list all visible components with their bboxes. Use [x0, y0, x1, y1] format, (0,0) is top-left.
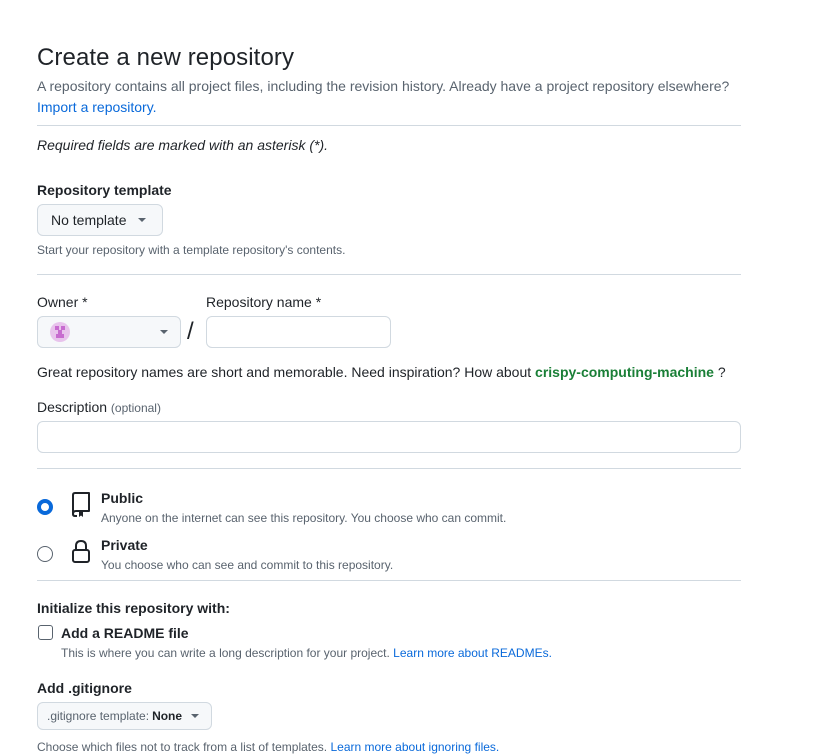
gitignore-help: Choose which files not to track from a l… — [37, 740, 499, 754]
divider — [37, 274, 741, 275]
suggested-repository-name[interactable]: crispy-computing-machine — [535, 364, 714, 380]
gitignore-dropdown-prefix: .gitignore template: — [47, 709, 150, 723]
page-title: Create a new repository — [37, 44, 295, 71]
chevron-down-icon — [191, 714, 200, 718]
template-dropdown-label: No template — [51, 212, 127, 228]
chevron-down-icon — [160, 330, 168, 334]
readme-label: Add a README file — [61, 625, 189, 641]
user-avatar-icon — [55, 326, 65, 338]
repository-template-label: Repository template — [37, 182, 172, 198]
gitignore-help-text: Choose which files not to track from a l… — [37, 740, 328, 754]
gitignore-dropdown-value: None — [152, 709, 183, 723]
readme-help: This is where you can write a long descr… — [61, 646, 552, 660]
repository-name-suggestion: Great repository names are short and mem… — [37, 364, 726, 380]
divider — [37, 125, 741, 126]
divider — [37, 580, 741, 581]
template-dropdown-button[interactable]: No template — [37, 204, 163, 236]
chevron-down-icon — [138, 218, 147, 222]
public-option-title: Public — [101, 490, 144, 506]
template-help-text: Start your repository with a template re… — [37, 243, 346, 257]
description-label-text: Description — [37, 399, 108, 415]
learn-more-readmes-link[interactable]: Learn more about READMEs. — [393, 646, 552, 660]
public-option-description: Anyone on the internet can see this repo… — [101, 511, 507, 525]
owner-repo-separator: / — [187, 318, 194, 345]
gitignore-dropdown-button[interactable]: .gitignore template: None — [37, 702, 212, 730]
public-radio[interactable] — [37, 499, 53, 515]
repository-name-label: Repository name * — [206, 294, 322, 310]
optional-tag: (optional) — [110, 401, 161, 415]
page-description: A repository contains all project files,… — [37, 78, 730, 94]
suggestion-prefix: Great repository names are short and mem… — [37, 364, 532, 380]
owner-dropdown-button[interactable] — [37, 316, 181, 348]
owner-label: Owner * — [37, 294, 88, 310]
description-input[interactable] — [37, 421, 741, 453]
learn-more-ignoring-files-link[interactable]: Learn more about ignoring files. — [330, 740, 499, 754]
readme-checkbox[interactable] — [38, 625, 53, 640]
suggestion-suffix: ? — [717, 364, 726, 380]
private-option-description: You choose who can see and commit to thi… — [101, 558, 394, 572]
private-radio[interactable] — [37, 546, 53, 562]
repo-icon — [72, 492, 90, 517]
readme-help-text: This is where you can write a long descr… — [61, 646, 390, 660]
avatar — [50, 322, 70, 342]
description-label: Description (optional) — [37, 399, 161, 415]
required-fields-note: Required fields are marked with an aster… — [37, 137, 329, 153]
divider — [37, 468, 741, 469]
lock-icon — [72, 539, 90, 563]
gitignore-label: Add .gitignore — [37, 680, 132, 696]
import-repository-link[interactable]: Import a repository. — [37, 99, 157, 115]
repository-name-input[interactable] — [206, 316, 391, 348]
initialize-label: Initialize this repository with: — [37, 600, 230, 616]
private-option-title: Private — [101, 537, 148, 553]
